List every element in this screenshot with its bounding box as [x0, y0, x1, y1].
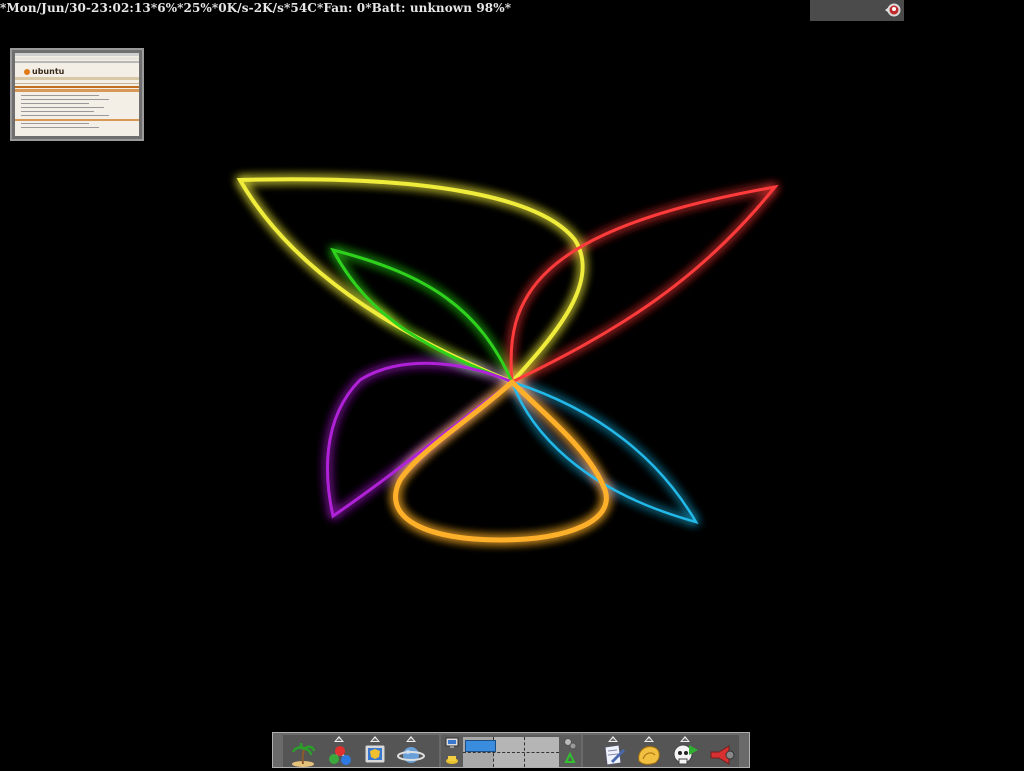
skull-play-icon[interactable]	[671, 736, 699, 767]
megaphone-icon[interactable]	[707, 743, 735, 767]
network-monitor-icon[interactable]	[885, 2, 901, 18]
bottom-panel	[272, 732, 750, 768]
palm-tree-icon[interactable]	[289, 741, 317, 767]
document-pen-icon[interactable]	[599, 736, 627, 767]
recycle-icon[interactable]	[563, 752, 577, 765]
status-bar: *Mon/Jun/30-23:02:13*6%*25%*0K/s-2K/s*54…	[0, 0, 511, 16]
window-thumbnail[interactable]: ubuntu	[10, 48, 144, 141]
monitor-shield-icon[interactable]	[361, 736, 389, 767]
terminal-hat-icon[interactable]	[445, 753, 459, 765]
wallpaper-art	[236, 177, 779, 543]
thumbnail-content: ubuntu	[15, 53, 139, 136]
ubuntu-logo: ubuntu	[24, 67, 64, 76]
molecule-icon[interactable]	[325, 736, 353, 767]
pager-window[interactable]	[465, 740, 496, 752]
purple-petal	[325, 361, 514, 519]
left-launcher-group	[283, 735, 439, 767]
planet-icon[interactable]	[397, 736, 425, 767]
red-petal	[509, 184, 779, 384]
orange-ring	[393, 379, 609, 543]
show-desktop-icon[interactable]	[445, 737, 459, 749]
right-launcher-group	[583, 735, 739, 767]
pager-group	[441, 735, 581, 767]
status-text: *Mon/Jun/30-23:02:13*6%*25%*0K/s-2K/s*54…	[0, 1, 512, 15]
workspace-pager[interactable]	[463, 737, 559, 767]
system-tray	[810, 0, 904, 21]
gear-cluster-icon[interactable]	[563, 737, 577, 750]
shell-icon[interactable]	[635, 736, 663, 767]
yellow-petal	[236, 177, 585, 384]
